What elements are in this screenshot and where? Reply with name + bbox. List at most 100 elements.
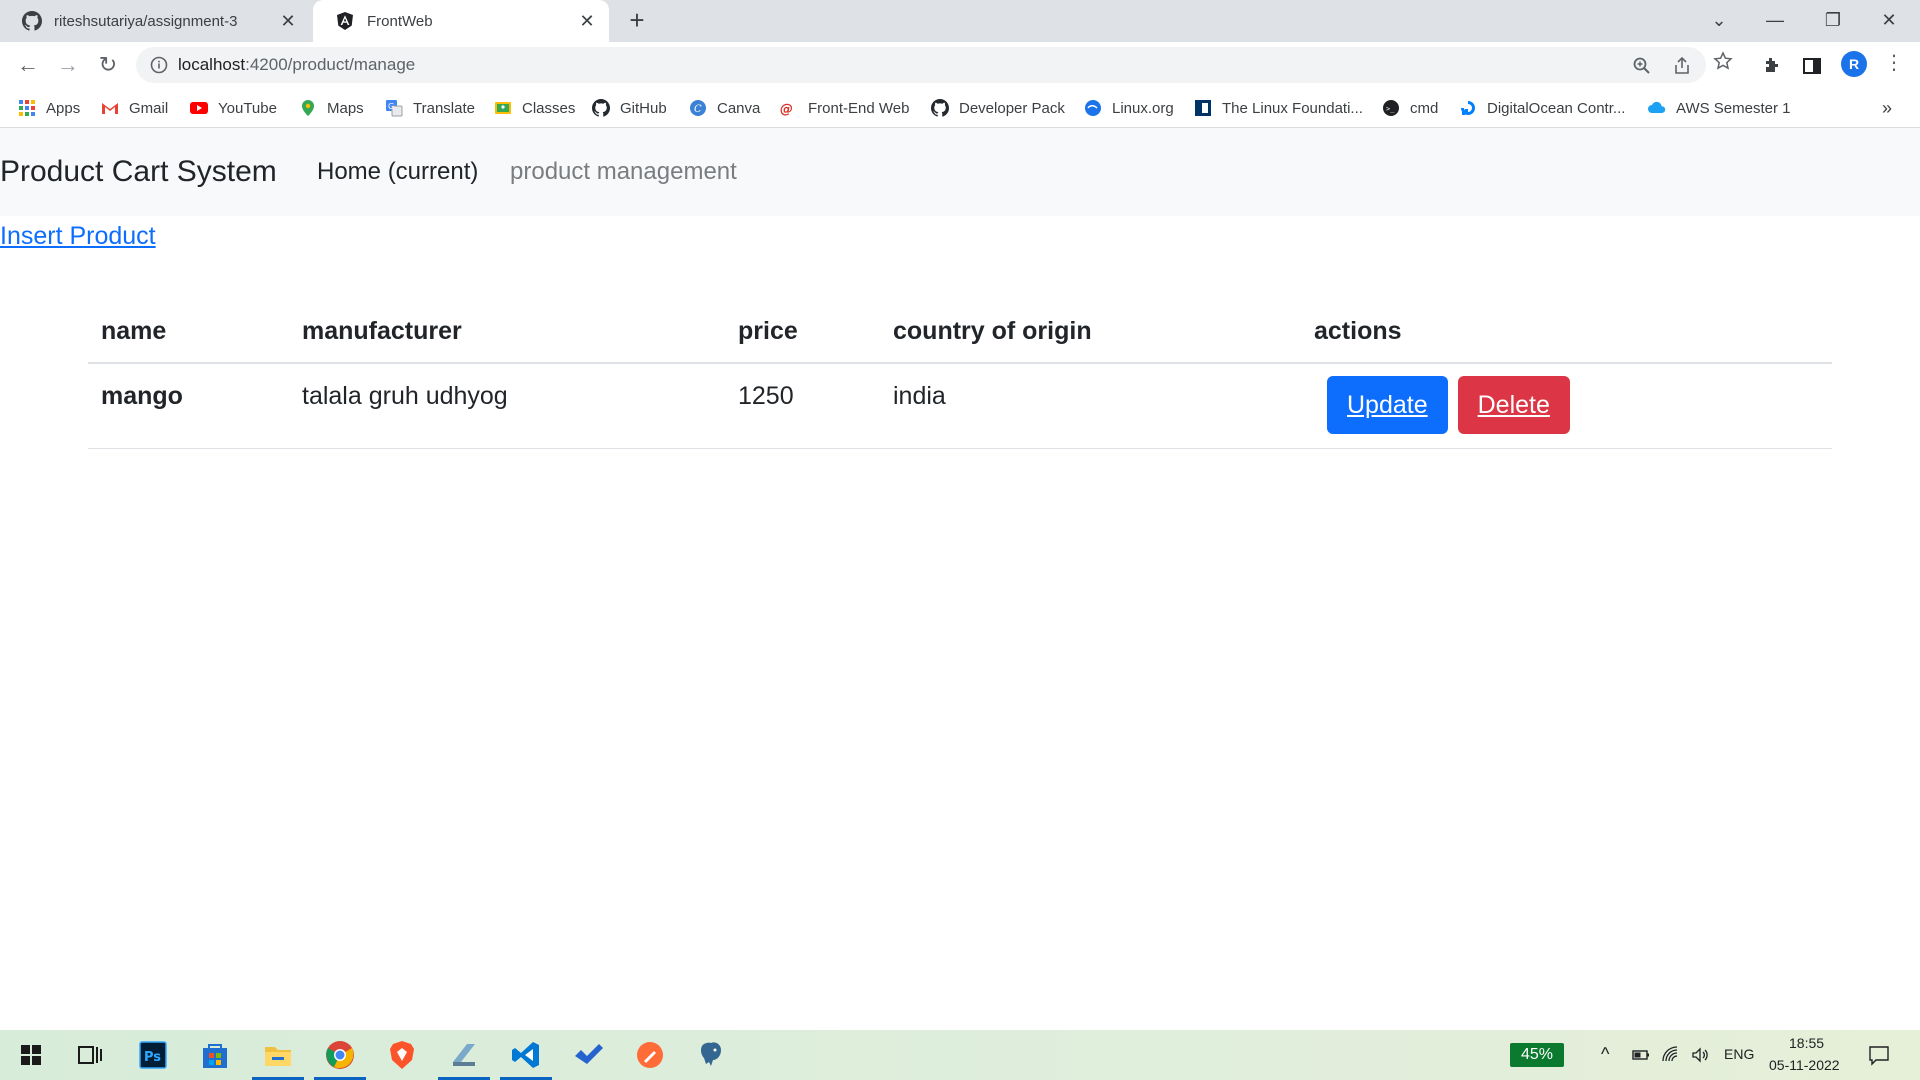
bookmark-github[interactable]: GitHub bbox=[592, 88, 667, 128]
zoom-icon[interactable] bbox=[1632, 56, 1652, 76]
tab-close-icon[interactable]: ✕ bbox=[278, 11, 298, 31]
bookmark-label: AWS Semester 1 bbox=[1676, 99, 1791, 117]
delete-button[interactable]: Delete bbox=[1457, 376, 1570, 434]
bookmark-classes[interactable]: Classes bbox=[494, 88, 575, 128]
bookmark-cmd[interactable]: >_ cmd bbox=[1382, 88, 1438, 128]
column-header-name: name bbox=[88, 300, 289, 364]
minimize-icon[interactable]: — bbox=[1752, 0, 1798, 42]
column-header-country: country of origin bbox=[880, 300, 1301, 364]
profile-avatar[interactable]: R bbox=[1841, 51, 1867, 77]
bookmark-label: Maps bbox=[327, 99, 364, 117]
update-button[interactable]: Update bbox=[1327, 376, 1448, 434]
bookmark-linux-org[interactable]: Linux.org bbox=[1084, 88, 1174, 128]
side-panel-icon[interactable] bbox=[1801, 55, 1823, 77]
bookmark-linux-foundation[interactable]: The Linux Foundati... bbox=[1194, 88, 1363, 128]
new-tab-button[interactable]: + bbox=[624, 7, 650, 34]
bookmark-developer-pack[interactable]: Developer Pack bbox=[931, 88, 1065, 128]
clock-date[interactable]: 05-11-2022 bbox=[1769, 1057, 1840, 1073]
url-path: :4200/product/manage bbox=[245, 55, 416, 74]
linux-foundation-icon bbox=[1195, 100, 1211, 116]
aws-icon bbox=[1648, 101, 1666, 113]
address-bar[interactable]: localhost:4200/product/manage bbox=[136, 47, 1706, 83]
cell-name: mango bbox=[88, 363, 289, 449]
cell-manufacturer: talala gruh udhyog bbox=[289, 363, 725, 449]
tab-search-chevron-icon[interactable]: ⌄ bbox=[1696, 0, 1742, 42]
reload-icon[interactable]: ↻ bbox=[94, 51, 122, 79]
nav-home-link[interactable]: Home (current) bbox=[317, 128, 478, 216]
task-view-icon[interactable] bbox=[73, 1038, 107, 1072]
site-info-icon[interactable] bbox=[150, 56, 168, 74]
tab-github-assignment[interactable]: riteshsutariya/assignment-3 ✕ bbox=[0, 0, 310, 42]
tablet-app-icon[interactable] bbox=[447, 1038, 481, 1072]
show-hidden-icons-chevron-icon[interactable]: ^ bbox=[1601, 1044, 1609, 1065]
svg-text:Ps: Ps bbox=[144, 1050, 161, 1065]
bookmark-label: YouTube bbox=[218, 99, 277, 117]
cell-actions: Update Delete bbox=[1301, 363, 1832, 449]
navbar-brand[interactable]: Product Cart System bbox=[0, 128, 277, 216]
cell-price: 1250 bbox=[725, 363, 880, 449]
todo-icon[interactable] bbox=[571, 1038, 605, 1072]
notification-center-icon[interactable] bbox=[1868, 1044, 1890, 1066]
bookmark-aws-semester[interactable]: AWS Semester 1 bbox=[1648, 88, 1790, 128]
chrome-menu-icon[interactable]: ⋮ bbox=[1884, 52, 1904, 76]
file-explorer-icon[interactable] bbox=[261, 1038, 295, 1072]
volume-icon[interactable] bbox=[1690, 1045, 1710, 1065]
bookmark-translate[interactable]: G Translate bbox=[385, 88, 475, 128]
store-icon[interactable] bbox=[198, 1038, 232, 1072]
chrome-icon[interactable] bbox=[323, 1038, 357, 1072]
bookmark-label: Linux.org bbox=[1112, 99, 1174, 117]
bookmarks-bar: Apps Gmail YouTube Maps G Translate Clas… bbox=[0, 88, 1920, 128]
bookmark-digitalocean[interactable]: DigitalOcean Contr... bbox=[1459, 88, 1625, 128]
battery-percent-badge[interactable]: 45% bbox=[1510, 1043, 1564, 1067]
canva-icon: C bbox=[690, 100, 706, 116]
svg-text:C: C bbox=[694, 104, 702, 115]
bookmark-youtube[interactable]: YouTube bbox=[190, 88, 277, 128]
url-text: localhost:4200/product/manage bbox=[178, 47, 415, 83]
bookmark-canva[interactable]: C Canva bbox=[689, 88, 760, 128]
vscode-icon[interactable] bbox=[509, 1038, 543, 1072]
bookmark-apps[interactable]: Apps bbox=[18, 88, 80, 128]
battery-icon[interactable] bbox=[1631, 1045, 1651, 1065]
svg-text:G: G bbox=[388, 102, 394, 111]
github-icon bbox=[931, 99, 949, 117]
clock-time[interactable]: 18:55 bbox=[1789, 1035, 1824, 1051]
bookmark-star-icon[interactable] bbox=[1713, 51, 1733, 71]
frontend-icon: @ bbox=[780, 102, 793, 117]
bookmark-label: cmd bbox=[1410, 99, 1439, 117]
product-price: 1250 bbox=[738, 382, 794, 410]
bookmark-label: The Linux Foundati... bbox=[1222, 99, 1363, 117]
github-icon bbox=[22, 11, 42, 31]
cell-country: india bbox=[880, 363, 1301, 449]
browser-tab-strip: riteshsutariya/assignment-3 ✕ FrontWeb ✕… bbox=[0, 0, 1920, 42]
table-row: mango talala gruh udhyog 1250 india Upda… bbox=[88, 363, 1832, 449]
column-header-manufacturer: manufacturer bbox=[289, 300, 725, 364]
nav-product-management-link[interactable]: product management bbox=[510, 128, 737, 216]
bookmark-front-end-web[interactable]: @ Front-End Web bbox=[780, 88, 909, 128]
bookmark-gmail[interactable]: Gmail bbox=[101, 88, 168, 128]
forward-arrow-icon[interactable]: → bbox=[54, 51, 82, 79]
restore-icon[interactable]: ❐ bbox=[1810, 0, 1856, 42]
column-header-actions: actions bbox=[1301, 300, 1832, 364]
insert-product-link[interactable]: Insert Product bbox=[0, 222, 156, 251]
more-bookmarks-chevron-icon[interactable]: » bbox=[1882, 88, 1892, 128]
bookmark-maps[interactable]: Maps bbox=[299, 88, 364, 128]
back-arrow-icon[interactable]: ← bbox=[14, 51, 42, 79]
svg-text:>_: >_ bbox=[1386, 105, 1395, 113]
angular-icon bbox=[337, 12, 353, 30]
input-language[interactable]: ENG bbox=[1724, 1046, 1754, 1062]
windows-start-icon[interactable] bbox=[14, 1038, 48, 1072]
share-icon[interactable] bbox=[1672, 56, 1692, 76]
postman-icon[interactable] bbox=[633, 1038, 667, 1072]
wifi-icon[interactable] bbox=[1661, 1045, 1681, 1065]
tab-frontweb[interactable]: FrontWeb ✕ bbox=[313, 0, 609, 42]
photoshop-icon[interactable]: Ps bbox=[136, 1038, 170, 1072]
windows-taskbar: Ps 45% ^ ENG 18:55 05-11-2022 bbox=[0, 1030, 1920, 1080]
product-country: india bbox=[893, 382, 946, 410]
extensions-puzzle-icon[interactable] bbox=[1761, 55, 1783, 77]
digitalocean-icon bbox=[1461, 101, 1475, 115]
brave-icon[interactable] bbox=[385, 1038, 419, 1072]
product-manufacturer: talala gruh udhyog bbox=[302, 382, 508, 410]
close-window-icon[interactable]: ✕ bbox=[1866, 0, 1912, 42]
tab-close-icon[interactable]: ✕ bbox=[577, 11, 597, 31]
postgres-icon[interactable] bbox=[695, 1038, 729, 1072]
